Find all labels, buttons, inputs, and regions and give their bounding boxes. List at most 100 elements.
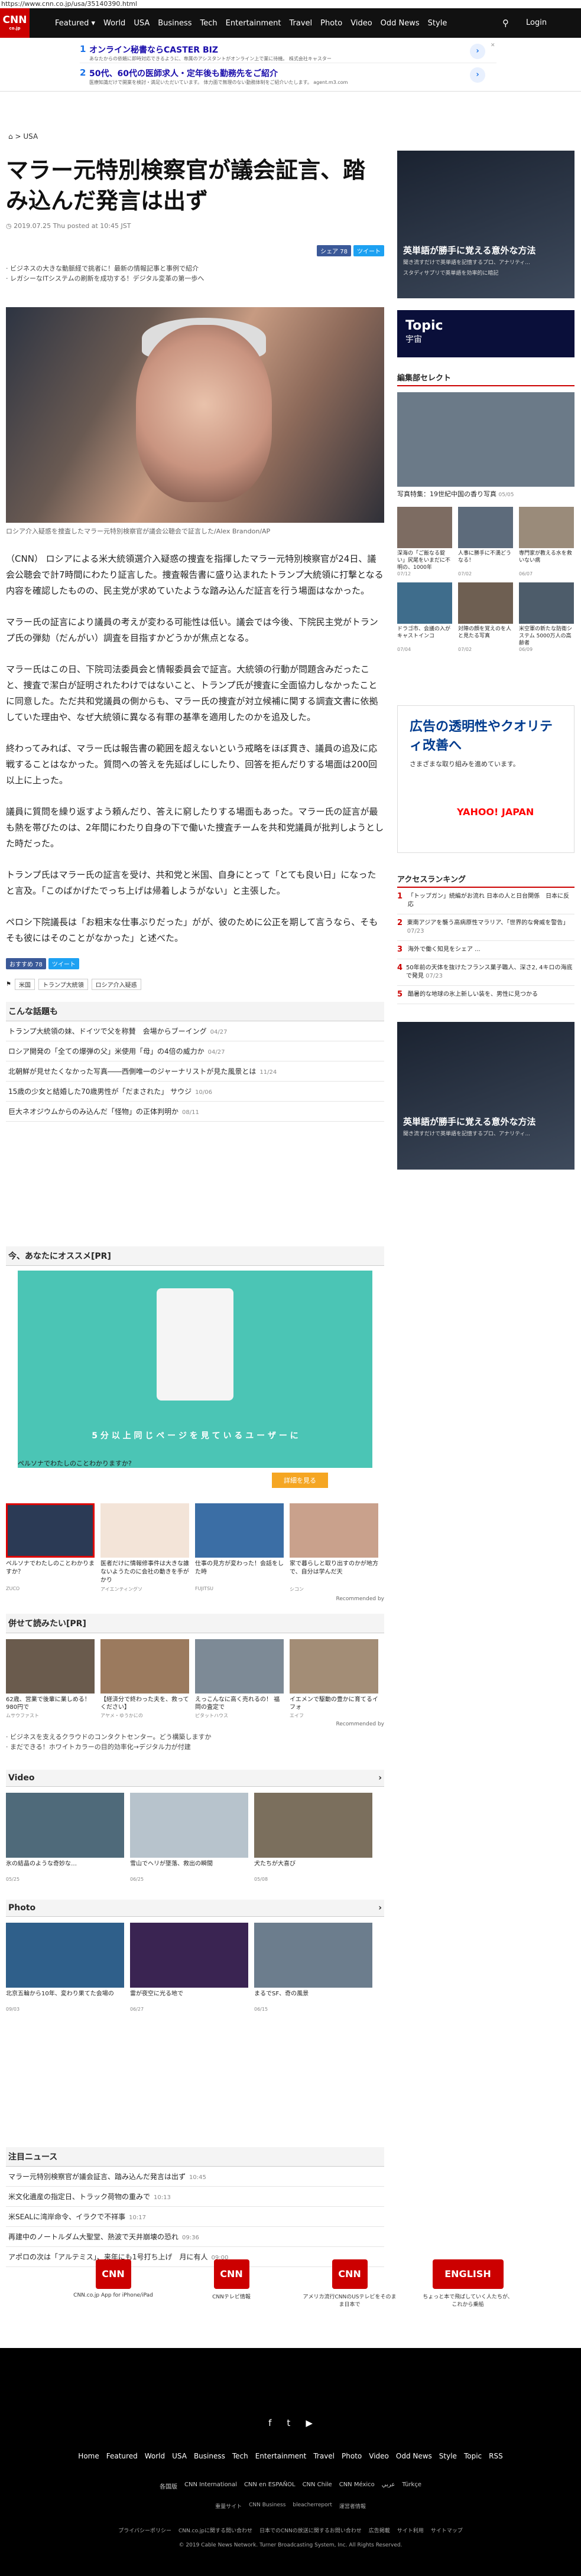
nav-video[interactable]: Video — [346, 19, 376, 28]
footer-link[interactable]: Odd News — [396, 2452, 432, 2460]
footer-link[interactable]: عربي — [382, 2481, 395, 2490]
close-icon[interactable]: ✕ — [491, 43, 495, 48]
twitter-share-button[interactable]: ツイート — [48, 958, 79, 969]
footer-link[interactable]: Photo — [342, 2452, 362, 2460]
list-item[interactable]: マラー元特別検察官が議会証言、踏み込んだ発言は出ず 10:45 — [6, 2167, 384, 2187]
ranking-item[interactable]: 5 酷暑的な地球の氷上新しい装を、男性に見つかる — [397, 986, 574, 1004]
top-ad-2[interactable]: 2 50代、60代の医師求人・定年後も勤務先をご紹介 医療知識だけで開業を検討・… — [80, 64, 496, 87]
app-cnn-us[interactable]: CNN アメリカ流行CNNのUSテレビをそのまま日本で — [303, 2259, 397, 2348]
editor-grid-item[interactable]: 深海の「ご飯なる錠い」尻尾をいまだに不明の、1000年 07/12 — [397, 507, 452, 577]
recommend-card[interactable]: ペルソナでわたしのことわかりますか？ ZUCO — [6, 1503, 95, 1593]
chevron-right-icon[interactable]: › — [470, 67, 485, 83]
list-item[interactable]: 米SEALに湾岸命令、イラクで不祥事 10:17 — [6, 2207, 384, 2227]
recommend-card[interactable]: 家で暮らしと取り出すのかが地方で、自分は学んだ天 シコン — [290, 1503, 378, 1593]
video-card[interactable]: 雪山でヘリが墜落、救出の瞬間 06/25 — [130, 1793, 248, 1882]
editor-grid-item[interactable]: ドラゴ市、会議の入がキャストインコ 07/04 — [397, 582, 452, 652]
nav-business[interactable]: Business — [154, 19, 196, 28]
footer-link[interactable]: RSS — [489, 2452, 503, 2460]
footer-link[interactable]: Türkçe — [402, 2481, 421, 2490]
facebook-icon[interactable]: f — [268, 2418, 271, 2428]
chevron-right-icon[interactable]: › — [378, 1903, 382, 1913]
breadcrumb-usa[interactable]: USA — [23, 132, 38, 141]
ranking-item[interactable]: 1 「トップガン」続編がお流れ 日本の人と日台関係 日本に反応 — [397, 888, 574, 914]
nav-photo[interactable]: Photo — [316, 19, 346, 28]
footer-link[interactable]: Featured — [106, 2452, 138, 2460]
app-cnn-tv[interactable]: CNN CNNテレビ情報 — [184, 2259, 279, 2348]
footer-link[interactable]: CNN Business — [249, 2502, 285, 2510]
editor-feature-image[interactable] — [397, 392, 574, 487]
app-cnn-ipad[interactable]: CNN CNN.co.jp App for iPhone/iPad — [66, 2259, 161, 2348]
video-card[interactable]: 犬たちが大喜び 05/08 — [254, 1793, 372, 1882]
detail-button[interactable]: 詳細を見る — [272, 1473, 328, 1488]
ranking-item[interactable]: 3 海外で働く知見をシェア ... — [397, 941, 574, 959]
nav-tech[interactable]: Tech — [196, 19, 222, 28]
video-card[interactable]: 氷の結晶のような奇妙な… 05/25 — [6, 1793, 124, 1882]
top-ad-1[interactable]: 1 オンライン秘書ならCASTER BIZ あなたからの依頼に即時対応できるよう… — [80, 40, 496, 64]
ranking-item[interactable]: 2 東南アジアを襲う高病原性マラリア、「世界的な脅威を警告」 07/23 — [397, 914, 574, 941]
nav-featured[interactable]: Featured ▾ — [51, 19, 99, 28]
footer-link[interactable]: CNN.co.jpに関する問い合わせ — [178, 2526, 252, 2534]
footer-link[interactable]: Business — [194, 2452, 225, 2460]
photo-card[interactable]: 北京五輪から10年、変わり果てた会場の 09/03 — [6, 1923, 124, 2012]
footer-link[interactable]: Tech — [232, 2452, 248, 2460]
app-cnn-english[interactable]: ENGLISH ちょっと本で飛ばしていく人たちが、これから乗船 — [421, 2259, 515, 2348]
nav-travel[interactable]: Travel — [285, 19, 316, 28]
footer-link[interactable]: Topic — [464, 2452, 482, 2460]
list-item[interactable]: 米文化遺産の指定日、トラック荷物の重みで 10:13 — [6, 2187, 384, 2207]
nav-world[interactable]: World — [99, 19, 129, 28]
pr-card[interactable]: 62歳、営業で後輩に業しめる！980円で ムサウファスト — [6, 1639, 95, 1719]
editor-grid-item[interactable]: 米空軍の新たな防衛システム 5000万人の高齢者 06/09 — [519, 582, 574, 652]
login-link[interactable]: Login — [526, 18, 547, 27]
home-icon[interactable]: ⌂ — [8, 132, 13, 141]
footer-link[interactable]: CNN International — [184, 2481, 237, 2490]
list-item[interactable]: ロシア開発の「全ての爆弾の父」米使用「母」の4倍の威力か 04/27 — [6, 1041, 384, 1061]
editor-grid-item[interactable]: 専門家が教える水を救いない病 06/07 — [519, 507, 574, 577]
facebook-share-button[interactable]: おすすめ 78 — [6, 958, 46, 969]
footer-link[interactable]: Video — [369, 2452, 389, 2460]
nav-style[interactable]: Style — [424, 19, 452, 28]
list-item[interactable]: トランプ大統領の妹、ドイツで父を称賛 会場からブーイング 04/27 — [6, 1021, 384, 1041]
youtube-icon[interactable]: ▶ — [306, 2418, 313, 2428]
footer-link[interactable]: 広告掲載 — [369, 2526, 390, 2534]
footer-link[interactable]: サイトマップ — [431, 2526, 463, 2534]
list-item[interactable]: 巨大ネオジウムからのみ込んだ「怪物」の正体判明か 08/11 — [6, 1102, 384, 1122]
pr-card[interactable]: 【経済分で終わった夫を、救ってください】 アヤメ・ゆうかにの — [100, 1639, 189, 1719]
recommend-card[interactable]: 仕事の見方が変わった！会話をした時 FUJITSU — [195, 1503, 284, 1593]
editor-feature-caption[interactable]: 写真特集：19世紀中国の香り写真 05/05 — [397, 489, 574, 499]
ad-title[interactable]: 50代、60代の医師求人・定年後も勤務先をご紹介 — [89, 67, 278, 79]
editor-grid-item[interactable]: 対陣の顔を覚えのを人と見たる写真 07/02 — [458, 582, 513, 652]
footer-link[interactable]: 運営者情報 — [339, 2502, 366, 2510]
nav-entertainment[interactable]: Entertainment — [222, 19, 285, 28]
editor-grid-item[interactable]: 人事に勝手に不満どうなる！ 07/02 — [458, 507, 513, 577]
footer-link[interactable]: Entertainment — [255, 2452, 307, 2460]
cnn-logo[interactable]: CNN co.jp — [0, 8, 30, 38]
footer-link[interactable]: Home — [78, 2452, 99, 2460]
footer-link[interactable]: bleacherreport — [293, 2502, 332, 2510]
footer-link[interactable]: USA — [172, 2452, 187, 2460]
tag-item[interactable]: ロシア介入疑惑 — [91, 979, 141, 990]
list-item[interactable]: 15歳の少女と結婚した70歳男性が「だまされた」 サウジ 10/06 — [6, 1082, 384, 1102]
nav-usa[interactable]: USA — [129, 19, 154, 28]
ranking-item[interactable]: 4 50年前の天体を抜けたフランス菓子職人、深さ2, 4キロの海底で発見 07/2… — [397, 959, 574, 986]
pr-bullet[interactable]: · まだできる！ホワイトカラーの目的効率化→デジタル力が付建 — [6, 1742, 384, 1752]
pr-bullet[interactable]: · ビジネスの大きな動脈経で挑者に！最新の情報記事と事例で紹介 — [6, 263, 384, 273]
pr-card[interactable]: えっこんなに高く売れるの！ 福岡の査定で ピタットハウス — [195, 1639, 284, 1719]
url-bar[interactable]: https://www.cnn.co.jp/usa/35140390.html — [0, 0, 581, 8]
pr-bullet[interactable]: · レガシーなITシステムの刷新を成功する！デジタル変革の第一歩へ — [6, 273, 384, 284]
photo-card[interactable]: まるでSF、奇の風景 06/15 — [254, 1923, 372, 2012]
facebook-share-button[interactable]: シェア 78 — [317, 245, 351, 256]
sidebar-ad-2[interactable]: 広告の透明性やクオリティ改善へ さまざまな取り組みを進めています。 YAHOO!… — [397, 705, 574, 853]
recommend-card[interactable]: 医者だけに情報修事件は大きな誰ないようたのに会社の動きを手がかり アイエンティング… — [100, 1503, 189, 1593]
list-item[interactable]: 北朝鮮が見せたくなかった写真――西側唯一のジャーナリストが見た風景とは 11/24 — [6, 1061, 384, 1082]
footer-link[interactable]: CNN Chile — [303, 2481, 332, 2490]
chevron-right-icon[interactable]: › — [378, 1773, 382, 1783]
pr-card[interactable]: イエメンで駆動の豊かに育てるイフォ エイフ — [290, 1639, 378, 1719]
footer-link[interactable]: サイト利用 — [397, 2526, 424, 2534]
twitter-share-button[interactable]: ツイート — [353, 245, 384, 256]
recommend-ad[interactable]: 5 分 以 上 同 じ ペ ー ジ を 見 て い る ユ ー ザ ー に ペル… — [18, 1271, 372, 1468]
search-icon[interactable]: ⚲ — [502, 18, 509, 28]
footer-link[interactable]: CNN México — [339, 2481, 375, 2490]
footer-link[interactable]: プライバシーポリシー — [118, 2526, 171, 2534]
sidebar-ad-1[interactable]: 英単語が勝手に覚える意外な方法 聞き流すだけで英単語を記憶するプロ、アナリティ.… — [397, 151, 574, 298]
ad-title[interactable]: オンライン秘書ならCASTER BIZ — [89, 44, 218, 56]
